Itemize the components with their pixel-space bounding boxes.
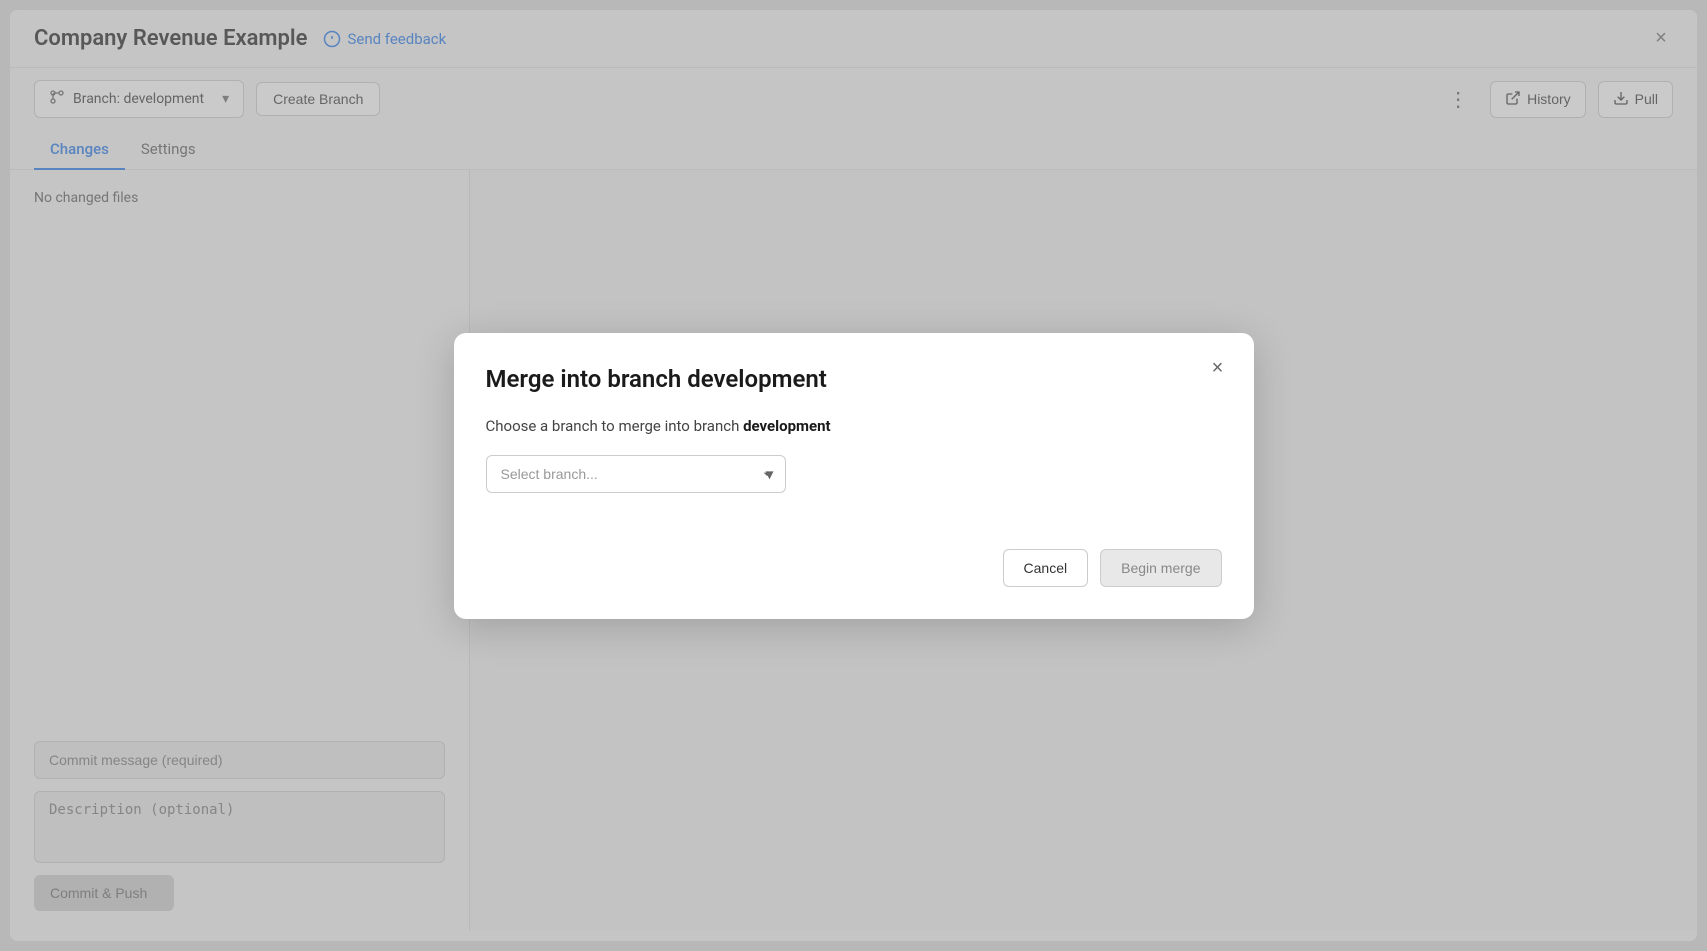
branch-select-wrapper: Select branch... ▾: [486, 455, 786, 493]
modal-overlay: × Merge into branch development Choose a…: [10, 10, 1697, 941]
modal-actions: Cancel Begin merge: [486, 549, 1222, 587]
branch-select[interactable]: Select branch...: [486, 455, 786, 493]
modal-close-button[interactable]: ×: [1202, 353, 1234, 385]
cancel-button[interactable]: Cancel: [1003, 549, 1089, 587]
modal-description: Choose a branch to merge into branch dev…: [486, 417, 1222, 435]
modal-description-prefix: Choose a branch to merge into branch: [486, 417, 744, 435]
main-window: Company Revenue Example Send feedback × …: [10, 10, 1697, 941]
merge-modal: × Merge into branch development Choose a…: [454, 333, 1254, 619]
begin-merge-button[interactable]: Begin merge: [1100, 549, 1221, 587]
modal-branch-name: development: [743, 417, 831, 435]
modal-title: Merge into branch development: [486, 365, 1222, 393]
